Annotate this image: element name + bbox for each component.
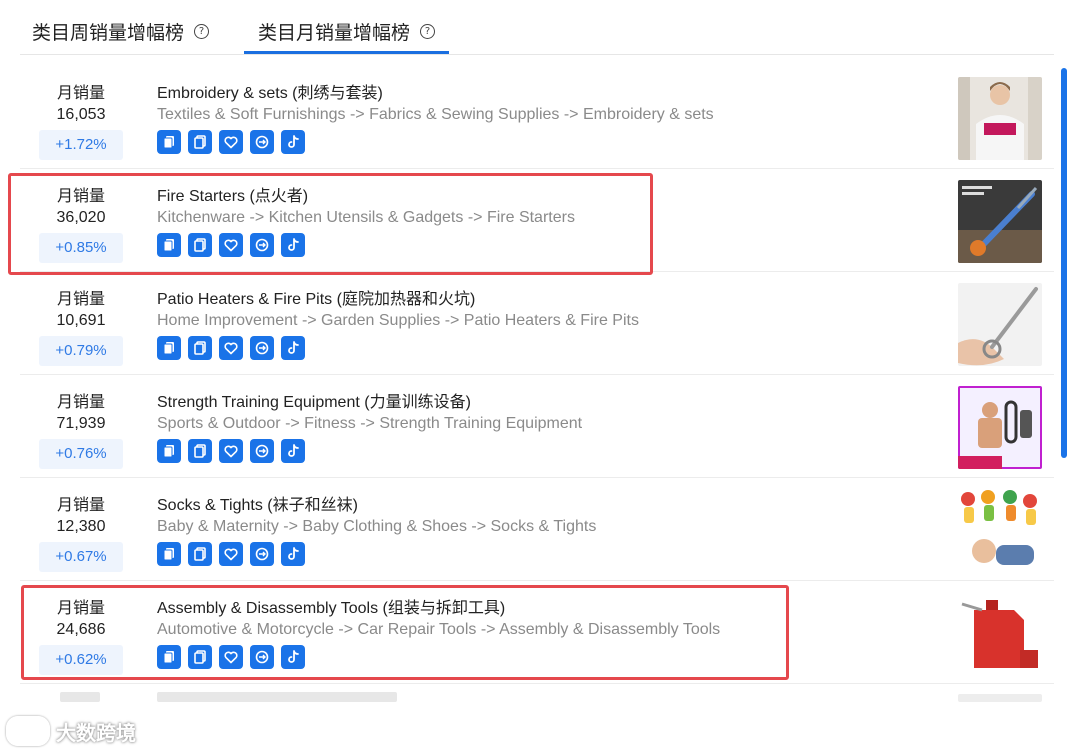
watermark-logo-icon <box>6 716 50 746</box>
category-path: Baby & Maternity -> Baby Clothing & Shoe… <box>157 518 597 535</box>
tiktok-icon[interactable] <box>281 439 305 463</box>
analysis-icon[interactable] <box>250 542 274 566</box>
growth-badge: +0.62% <box>39 645 123 675</box>
action-buttons <box>157 542 305 566</box>
stat-value: 71,939 <box>56 415 106 432</box>
category-path: Kitchenware -> Kitchen Utensils & Gadget… <box>157 209 575 226</box>
stat-value: 10,691 <box>56 312 106 329</box>
list-item: 月销量 71,939 +0.76% Strength Training Equi… <box>20 375 1054 478</box>
action-buttons <box>157 439 305 463</box>
action-buttons <box>157 130 305 154</box>
stat-label: 月销量 <box>56 186 105 205</box>
copy-icon[interactable] <box>157 439 181 463</box>
copy-icon[interactable] <box>157 130 181 154</box>
analysis-icon[interactable] <box>250 645 274 669</box>
product-thumbnail[interactable] <box>958 592 1042 675</box>
category-title[interactable]: Strength Training Equipment (力量训练设备) <box>157 388 471 412</box>
growth-badge: +0.67% <box>39 542 123 572</box>
category-path: Textiles & Soft Furnishings -> Fabrics &… <box>157 106 714 123</box>
tab-bar: 类目周销量增幅榜 ? 类目月销量增幅榜 ? <box>20 0 1054 55</box>
heart-icon[interactable] <box>219 542 243 566</box>
watermark: 大数跨境 <box>6 716 136 746</box>
product-thumbnail[interactable] <box>958 489 1042 572</box>
growth-badge: +0.85% <box>39 233 123 263</box>
list-item: 月销量 16,053 +1.72% Embroidery & sets (刺绣与… <box>20 66 1054 169</box>
scrollbar[interactable] <box>1061 68 1067 458</box>
category-path: Sports & Outdoor -> Fitness -> Strength … <box>157 415 583 432</box>
category-title[interactable]: Socks & Tights (袜子和丝袜) <box>157 491 358 515</box>
action-buttons <box>157 233 305 257</box>
stat-value: 24,686 <box>56 621 106 638</box>
category-title[interactable]: Assembly & Disassembly Tools (组装与拆卸工具) <box>157 594 505 618</box>
tiktok-icon[interactable] <box>281 130 305 154</box>
list-item: 月销量 10,691 +0.79% Patio Heaters & Fire P… <box>20 272 1054 375</box>
heart-icon[interactable] <box>219 130 243 154</box>
duplicate-icon[interactable] <box>188 233 212 257</box>
stat-label: 月销量 <box>56 289 105 308</box>
list-item: 月销量 36,020 +0.85% Fire Starters (点火者) Ki… <box>20 169 1054 272</box>
product-thumbnail[interactable] <box>958 77 1042 160</box>
heart-icon[interactable] <box>219 439 243 463</box>
stat-label: 月销量 <box>56 598 105 617</box>
list-item: 月销量 24,686 +0.62% Assembly & Disassembly… <box>20 581 1054 684</box>
copy-icon[interactable] <box>157 542 181 566</box>
copy-icon[interactable] <box>157 336 181 360</box>
heart-icon[interactable] <box>219 336 243 360</box>
category-title[interactable]: Fire Starters (点火者) <box>157 182 308 206</box>
analysis-icon[interactable] <box>250 233 274 257</box>
category-list: 月销量 16,053 +1.72% Embroidery & sets (刺绣与… <box>20 66 1054 706</box>
watermark-text: 大数跨境 <box>56 720 136 745</box>
list-item: 月销量 12,380 +0.67% Socks & Tights (袜子和丝袜)… <box>20 478 1054 581</box>
list-item-partial <box>20 688 1054 706</box>
growth-badge: +0.76% <box>39 439 123 469</box>
help-icon[interactable]: ? <box>194 24 210 39</box>
duplicate-icon[interactable] <box>188 542 212 566</box>
category-path: Automotive & Motorcycle -> Car Repair To… <box>157 621 721 638</box>
tiktok-icon[interactable] <box>281 233 305 257</box>
stat-value: 16,053 <box>56 106 106 123</box>
help-icon[interactable]: ? <box>420 24 436 39</box>
stat-label: 月销量 <box>56 495 105 514</box>
tiktok-icon[interactable] <box>281 542 305 566</box>
tab-monthly-growth[interactable]: 类目月销量增幅榜 ? <box>244 18 450 54</box>
duplicate-icon[interactable] <box>188 336 212 360</box>
analysis-icon[interactable] <box>250 336 274 360</box>
tiktok-icon[interactable] <box>281 645 305 669</box>
tab-weekly-growth[interactable]: 类目周销量增幅榜 ? <box>32 18 210 54</box>
product-thumbnail[interactable] <box>958 180 1042 263</box>
copy-icon[interactable] <box>157 233 181 257</box>
action-buttons <box>157 336 305 360</box>
stat-label: 月销量 <box>56 392 105 411</box>
tab-label: 类目月销量增幅榜 <box>258 22 411 44</box>
heart-icon[interactable] <box>219 645 243 669</box>
product-thumbnail[interactable] <box>958 386 1042 469</box>
stat-label: 月销量 <box>56 83 105 102</box>
analysis-icon[interactable] <box>250 130 274 154</box>
action-buttons <box>157 645 305 669</box>
stat-value: 36,020 <box>56 209 106 226</box>
duplicate-icon[interactable] <box>188 130 212 154</box>
growth-badge: +1.72% <box>39 130 123 160</box>
duplicate-icon[interactable] <box>188 439 212 463</box>
tiktok-icon[interactable] <box>281 336 305 360</box>
category-title[interactable]: Embroidery & sets (刺绣与套装) <box>157 79 383 103</box>
analysis-icon[interactable] <box>250 439 274 463</box>
category-title[interactable]: Patio Heaters & Fire Pits (庭院加热器和火坑) <box>157 285 475 309</box>
stat-value: 12,380 <box>56 518 106 535</box>
category-path: Home Improvement -> Garden Supplies -> P… <box>157 312 639 329</box>
duplicate-icon[interactable] <box>188 645 212 669</box>
product-thumbnail[interactable] <box>958 283 1042 366</box>
tab-label: 类目周销量增幅榜 <box>32 22 185 44</box>
growth-badge: +0.79% <box>39 336 123 366</box>
heart-icon[interactable] <box>219 233 243 257</box>
copy-icon[interactable] <box>157 645 181 669</box>
